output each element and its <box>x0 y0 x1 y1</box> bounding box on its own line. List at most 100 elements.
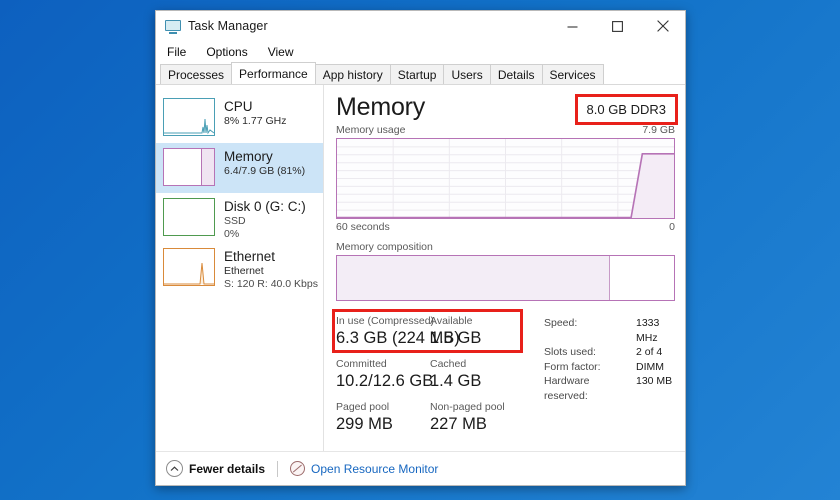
tab-details[interactable]: Details <box>489 64 543 84</box>
stat-cached: Cached 1.4 GB <box>430 358 524 392</box>
detail-slots-label: Slots used: <box>544 346 596 358</box>
task-manager-icon <box>165 18 181 34</box>
sidebar-item-cpu[interactable]: CPU 8% 1.77 GHz <box>156 93 323 143</box>
memory-stats-left: In use (Compressed) 6.3 GB (224 MB) Avai… <box>332 309 524 444</box>
memory-composition-title: Memory composition <box>336 241 433 253</box>
sidebar-cpu-title: CPU <box>224 99 253 114</box>
sidebar-item-disk-text: Disk 0 (G: C:) SSD 0% <box>224 198 306 240</box>
detail-row-speed: Speed: 1333 MHz <box>544 316 675 345</box>
memory-thumbnail-graph <box>163 148 215 186</box>
stat-inuse: In use (Compressed) 6.3 GB (224 MB) <box>336 315 460 349</box>
ram-spec-badge: 8.0 GB DDR3 <box>586 102 666 117</box>
tab-bar: Processes Performance App history Startu… <box>156 62 685 85</box>
sidebar-disk-sub1: SSD <box>224 215 246 227</box>
detail-speed-value: 1333 MHz <box>636 317 660 344</box>
open-resource-monitor-label: Open Resource Monitor <box>311 461 439 476</box>
memory-panel-header: Memory 8.0 GB DDR3 <box>336 93 678 125</box>
menu-item-file[interactable]: File <box>165 44 188 60</box>
sidebar-cpu-sub: 8% 1.77 GHz <box>224 115 287 127</box>
sidebar-ethernet-title: Ethernet <box>224 249 276 264</box>
stat-available-label: Available <box>430 315 473 327</box>
usage-graph-title: Memory usage <box>336 124 406 136</box>
sidebar-item-ethernet[interactable]: Ethernet Ethernet S: 120 R: 40.0 Kbps <box>156 243 323 293</box>
maximize-button[interactable] <box>595 11 640 41</box>
stat-paged-pool-label: Paged pool <box>336 401 390 413</box>
detail-row-form-factor: Form factor: DIMM <box>544 360 675 375</box>
detail-row-slots-used: Slots used: 2 of 4 <box>544 345 675 360</box>
stat-nonpaged-pool: Non-paged pool 227 MB <box>430 401 524 435</box>
axis-label-left: 60 seconds <box>336 221 390 233</box>
stat-available-value: 1.5 GB <box>430 329 482 347</box>
detail-form-factor-label: Form factor: <box>544 360 601 373</box>
stat-committed-value: 10.2/12.6 GB <box>336 372 434 390</box>
title-bar: Task Manager <box>156 11 685 41</box>
sidebar-item-ethernet-text: Ethernet Ethernet S: 120 R: 40.0 Kbps <box>224 248 318 290</box>
sidebar-memory-sub: 6.4/7.9 GB (81%) <box>224 165 306 177</box>
memory-composition-inuse-segment <box>337 256 610 300</box>
sidebar-item-cpu-text: CPU 8% 1.77 GHz <box>224 98 286 128</box>
page-title: Memory <box>336 93 426 121</box>
detail-hardware-reserved-value: 130 MB <box>636 375 673 387</box>
detail-hardware-reserved-label: Hardware reserved: <box>544 375 590 402</box>
minimize-button[interactable] <box>550 11 595 41</box>
stat-committed: Committed 10.2/12.6 GB <box>336 358 434 392</box>
detail-row-hardware-reserved: Hardware reserved: 130 MB <box>544 374 675 403</box>
menu-item-options[interactable]: Options <box>204 44 249 60</box>
memory-panel: Memory 8.0 GB DDR3 Memory usage 7.9 GB 6… <box>324 85 685 451</box>
stat-row-inuse-available: In use (Compressed) 6.3 GB (224 MB) Avai… <box>336 315 524 349</box>
menu-bar: File Options View <box>156 41 685 63</box>
tab-processes[interactable]: Processes <box>160 64 233 84</box>
stat-inuse-value: 6.3 GB (224 MB) <box>336 329 460 347</box>
performance-sidebar: CPU 8% 1.77 GHz Memory 6.4/7.9 GB (81%) … <box>156 85 324 451</box>
usage-graph-labels: Memory usage 7.9 GB <box>336 124 675 136</box>
task-manager-window: Task Manager File Options View Processes… <box>155 10 686 486</box>
close-button[interactable] <box>640 11 685 41</box>
chevron-up-icon <box>166 460 183 477</box>
fewer-details-label: Fewer details <box>189 461 266 476</box>
sidebar-item-memory-text: Memory 6.4/7.9 GB (81%) <box>224 148 305 178</box>
memory-hardware-details: Speed: 1333 MHz Slots used: 2 of 4 Form … <box>524 315 675 444</box>
axis-label-right: 0 <box>669 221 675 233</box>
stat-available: Available 1.5 GB <box>430 315 524 349</box>
memory-stats-area: In use (Compressed) 6.3 GB (224 MB) Avai… <box>332 309 675 444</box>
stat-nonpaged-pool-value: 227 MB <box>430 415 487 433</box>
open-resource-monitor-link[interactable]: Open Resource Monitor <box>290 461 438 476</box>
sidebar-memory-title: Memory <box>224 149 273 164</box>
cpu-thumbnail-graph <box>163 98 215 136</box>
resource-monitor-icon <box>290 461 306 476</box>
stat-paged-pool-value: 299 MB <box>336 415 393 433</box>
sidebar-item-memory[interactable]: Memory 6.4/7.9 GB (81%) <box>156 143 323 193</box>
stat-row-committed-cached: Committed 10.2/12.6 GB Cached 1.4 GB <box>336 358 524 392</box>
detail-speed-label: Speed: <box>544 317 578 329</box>
tab-app-history[interactable]: App history <box>314 64 391 84</box>
detail-form-factor-value: DIMM <box>636 360 664 373</box>
sidebar-disk-title: Disk 0 (G: C:) <box>224 199 306 214</box>
sidebar-item-disk[interactable]: Disk 0 (G: C:) SSD 0% <box>156 193 323 243</box>
tab-services[interactable]: Services <box>541 64 604 84</box>
detail-slots-value: 2 of 4 <box>636 346 663 358</box>
tab-startup[interactable]: Startup <box>389 64 445 84</box>
sidebar-disk-sub2: 0% <box>224 227 240 240</box>
stat-row-pools: Paged pool 299 MB Non-paged pool 227 MB <box>336 401 524 435</box>
usage-graph-axis: 60 seconds 0 <box>336 221 675 233</box>
sidebar-ethernet-sub1: Ethernet <box>224 265 264 277</box>
disk-thumbnail-graph <box>163 198 215 236</box>
window-content: CPU 8% 1.77 GHz Memory 6.4/7.9 GB (81%) … <box>156 85 685 451</box>
window-title: Task Manager <box>188 19 268 33</box>
ethernet-thumbnail-graph <box>163 248 215 286</box>
stat-nonpaged-pool-label: Non-paged pool <box>430 401 505 413</box>
tab-users[interactable]: Users <box>443 64 491 84</box>
stat-committed-label: Committed <box>336 358 387 370</box>
memory-usage-graph <box>336 138 675 219</box>
sidebar-ethernet-sub2: S: 120 R: 40.0 Kbps <box>224 277 318 290</box>
status-bar: Fewer details Open Resource Monitor <box>156 451 685 485</box>
footer-divider <box>277 460 279 477</box>
menu-item-view[interactable]: View <box>266 44 296 60</box>
stat-cached-label: Cached <box>430 358 467 370</box>
tab-performance[interactable]: Performance <box>231 62 316 84</box>
ram-badge-wrapper: 8.0 GB DDR3 <box>574 94 678 125</box>
stat-inuse-label: In use (Compressed) <box>336 315 435 327</box>
stat-paged-pool: Paged pool 299 MB <box>336 401 430 435</box>
stat-cached-value: 1.4 GB <box>430 372 482 390</box>
fewer-details-button[interactable]: Fewer details <box>166 460 265 477</box>
